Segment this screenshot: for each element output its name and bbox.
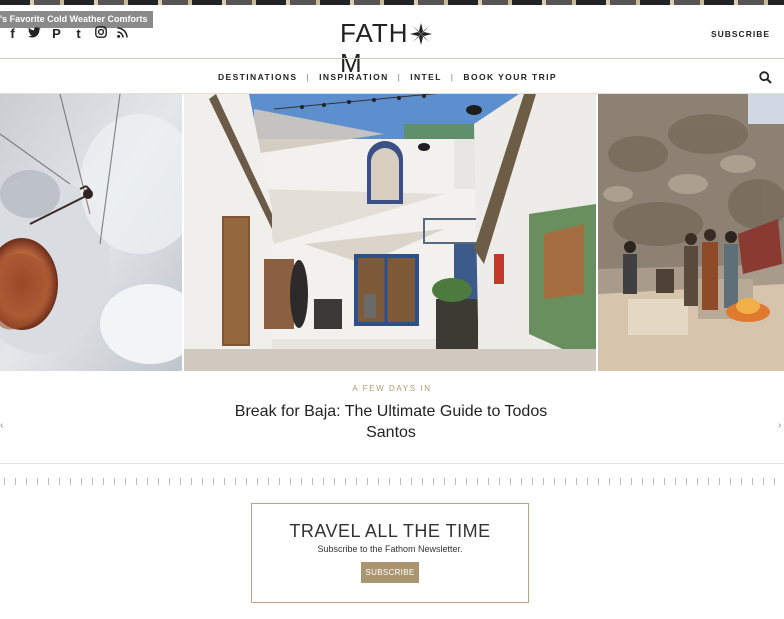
carousel-prev-arrow-icon[interactable]: ‹ [0, 420, 3, 431]
decorative-tick-ruler [4, 478, 784, 485]
featured-image-carousel[interactable] [0, 94, 784, 371]
tumblr-icon[interactable]: t [72, 26, 85, 41]
carousel-slide-next[interactable] [598, 94, 784, 371]
nav-intel[interactable]: INTEL [410, 72, 442, 82]
pinterest-icon[interactable]: P [50, 26, 63, 41]
header-divider [0, 58, 784, 59]
logo-text-left: FATH [340, 18, 409, 48]
newsletter-title: TRAVEL ALL THE TIME [289, 521, 491, 541]
carousel-next-arrow-icon[interactable]: › [778, 420, 781, 431]
main-nav: DESTINATIONS | INSPIRATION | INTEL | BOO… [218, 72, 557, 82]
logo-star-icon [409, 21, 432, 45]
newsletter-signup-box: TRAVEL ALL THE TIME Subscribe to the Fat… [251, 503, 529, 603]
twitter-icon[interactable] [28, 26, 41, 41]
nav-book-your-trip[interactable]: BOOK YOUR TRIP [463, 72, 557, 82]
social-links: f P t [6, 26, 129, 41]
article-headline[interactable]: Break for Baja: The Ultimate Guide to To… [226, 401, 556, 443]
carousel-slide-current[interactable] [184, 94, 596, 371]
header-subscribe-link[interactable]: SUBSCRIBE [711, 29, 770, 39]
top-decorative-stripe [0, 0, 784, 5]
carousel-slide-prev[interactable] [0, 94, 182, 371]
search-icon[interactable] [759, 71, 772, 89]
nav-separator: | [397, 72, 402, 82]
fathom-logo[interactable]: FATHM [340, 18, 444, 78]
article-kicker: A FEW DAYS IN [352, 384, 432, 393]
facebook-icon[interactable]: f [6, 26, 19, 41]
rss-icon[interactable] [116, 26, 129, 41]
section-divider [0, 463, 784, 464]
nav-separator: | [450, 72, 455, 82]
nav-destinations[interactable]: DESTINATIONS [218, 72, 297, 82]
instagram-icon[interactable] [94, 26, 107, 41]
newsletter-subtitle: Subscribe to the Fathom Newsletter. [317, 544, 463, 554]
nav-inspiration[interactable]: INSPIRATION [319, 72, 389, 82]
newsletter-subscribe-button[interactable]: SUBSCRIBE [360, 562, 420, 583]
nav-separator: | [306, 72, 311, 82]
